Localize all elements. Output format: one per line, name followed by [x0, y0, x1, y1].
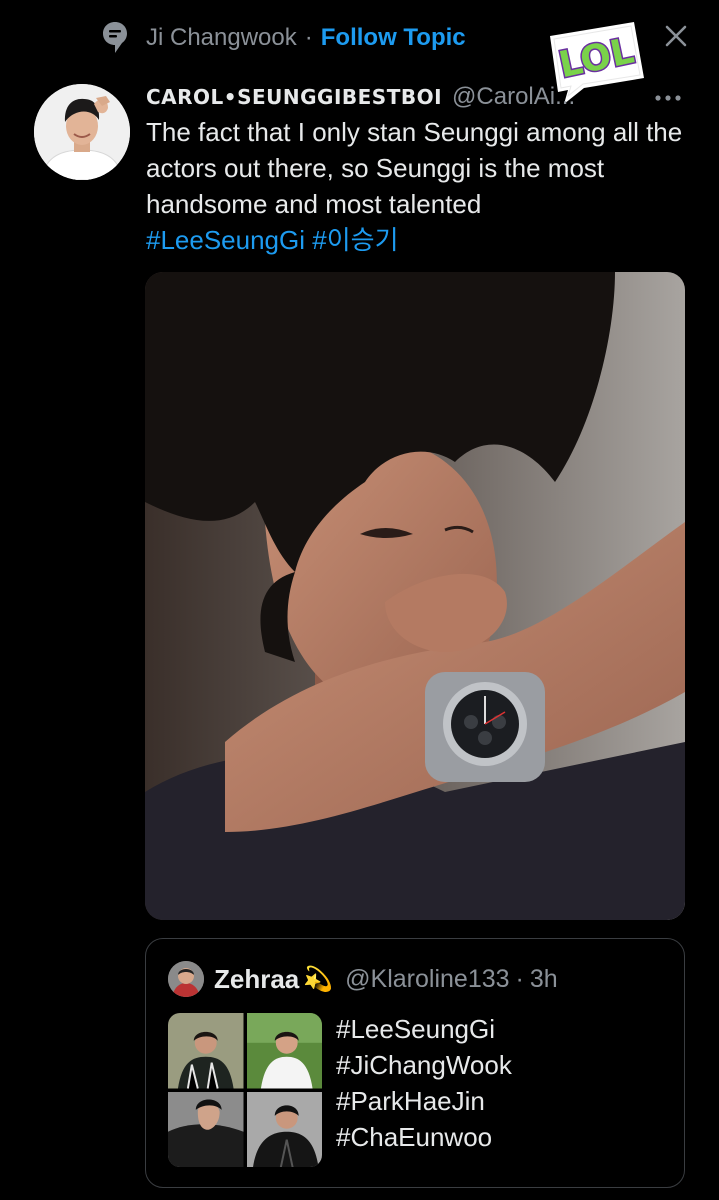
topic-separator: ·	[304, 24, 313, 51]
quote-hashtag-1[interactable]: #LeeSeungGi	[336, 1011, 512, 1047]
quote-display-name[interactable]: Zehraa	[214, 964, 299, 995]
follow-topic-button[interactable]: Follow Topic	[321, 24, 466, 52]
topic-icon	[102, 21, 128, 55]
quote-handle[interactable]: @Klaroline133	[345, 965, 509, 994]
tweet-text: The fact that I only stan Seunggi among …	[146, 114, 706, 258]
tweet-body: The fact that I only stan Seunggi among …	[146, 117, 683, 219]
quote-time: 3h	[529, 964, 558, 993]
tweet-header: CAROL•SEUNGGIBESTBOI @CarolAi...	[146, 80, 575, 114]
hashtag-korean[interactable]: #이승기	[312, 225, 398, 255]
author-avatar[interactable]	[34, 84, 130, 180]
quote-photo-2[interactable]	[246, 1013, 322, 1089]
tweet-screen: Ji Changwook · Follow Topic LOL CAROL•SE…	[0, 0, 719, 1200]
quote-avatar[interactable]	[168, 961, 204, 997]
quote-photo-3[interactable]	[168, 1091, 244, 1167]
author-handle[interactable]: @CarolAi...	[452, 83, 575, 111]
author-display-name[interactable]: CAROL•SEUNGGIBESTBOI	[146, 85, 442, 109]
quote-hashtag-2[interactable]: #JiChangWook	[336, 1047, 512, 1083]
quote-photo-4[interactable]	[246, 1091, 322, 1167]
close-icon[interactable]	[660, 20, 692, 52]
topic-row: Ji Changwook · Follow Topic	[102, 18, 466, 58]
quote-emoji: 💫	[303, 965, 334, 993]
topic-name[interactable]: Ji Changwook	[146, 24, 297, 52]
tweet-photo[interactable]	[145, 272, 685, 920]
quote-header: Zehraa 💫 @Klaroline133 · 3h	[168, 961, 558, 997]
quote-hashtag-3[interactable]: #ParkHaeJin	[336, 1083, 512, 1119]
quote-photo-1[interactable]	[168, 1013, 244, 1089]
quote-hashtag-4[interactable]: #ChaEunwoo	[336, 1119, 512, 1155]
quote-hashtags: #LeeSeungGi #JiChangWook #ParkHaeJin #Ch…	[336, 1011, 512, 1155]
more-icon[interactable]	[652, 90, 684, 106]
quote-photo-grid	[168, 1013, 322, 1167]
quoted-tweet[interactable]: Zehraa 💫 @Klaroline133 · 3h #LeeSeungGi …	[145, 938, 685, 1188]
hashtag-leeseunggi[interactable]: #LeeSeungGi	[146, 225, 305, 255]
quote-separator: ·	[515, 964, 524, 993]
